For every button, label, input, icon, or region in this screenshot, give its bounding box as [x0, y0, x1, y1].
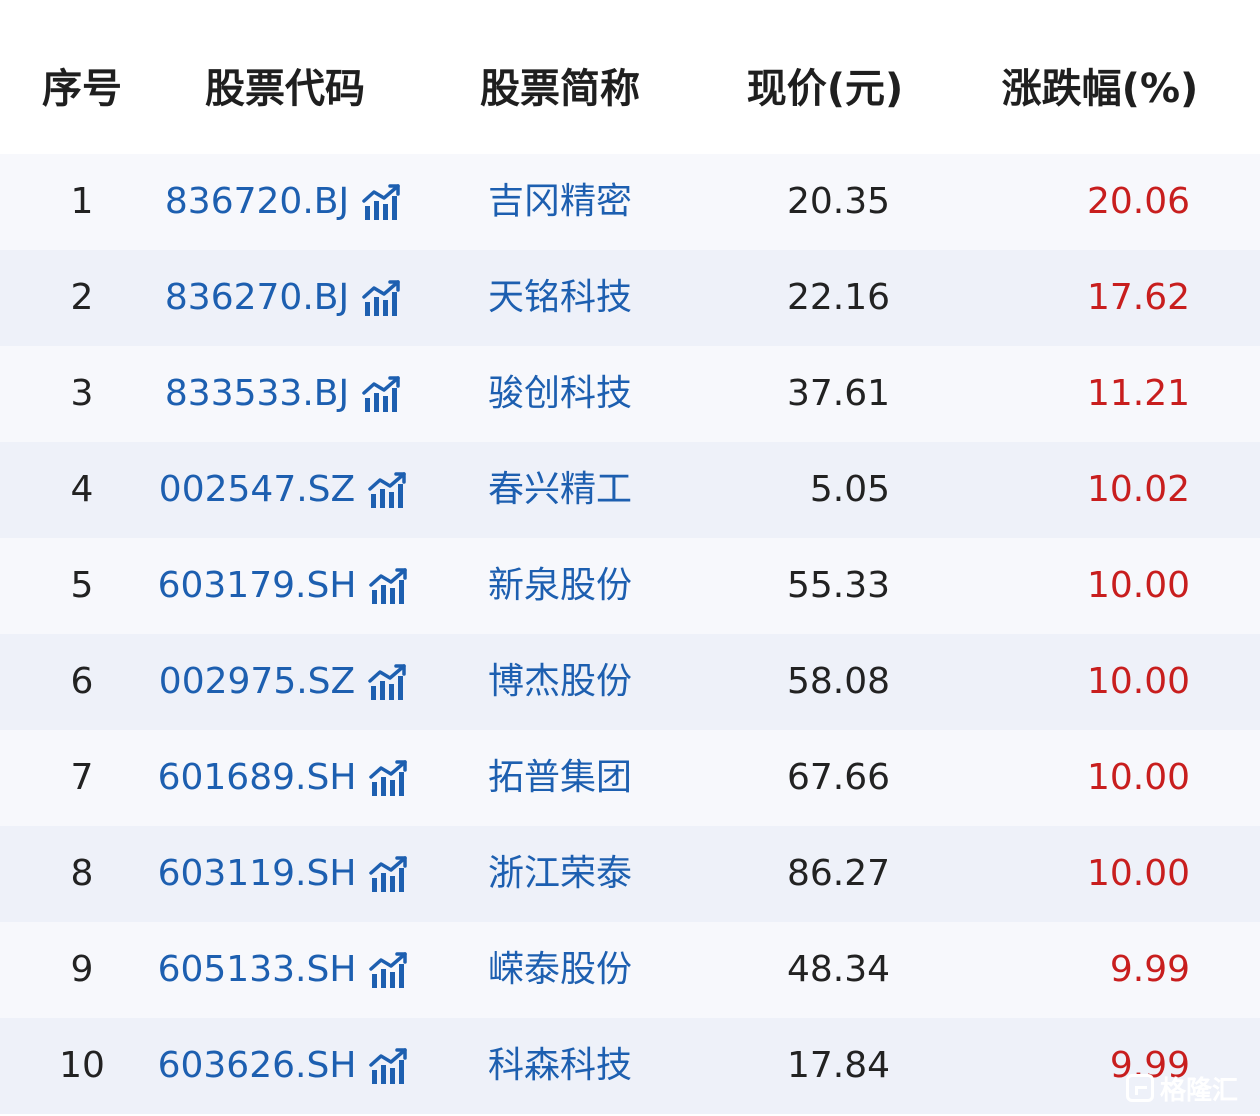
stock-chart-icon[interactable] — [361, 374, 405, 414]
row-index: 7 — [70, 757, 94, 798]
table-row[interactable]: 3 833533.BJ 骏创科技 37.61 11.21 — [0, 346, 1260, 442]
row-index: 3 — [70, 373, 94, 414]
stock-name-link[interactable]: 新泉股份 — [460, 538, 660, 634]
price-value: 58.08 — [786, 661, 890, 702]
header-price[interactable]: 现价(元) — [700, 24, 950, 154]
stock-code-group: 605133.SH — [158, 922, 413, 1018]
stock-name-link[interactable]: 吉冈精密 — [460, 154, 660, 250]
stock-code-group: 833533.BJ — [165, 346, 405, 442]
stock-code-cell: 603119.SH — [150, 826, 420, 922]
stock-code-group: 601689.SH — [158, 730, 413, 826]
stock-code-cell: 836720.BJ — [150, 154, 420, 250]
stock-code-cell: 002547.SZ — [150, 442, 420, 538]
stock-code-link[interactable]: 601689.SH — [158, 730, 357, 826]
header-change-pct[interactable]: 涨跌幅(%) — [980, 24, 1220, 154]
stock-chart-icon[interactable] — [368, 1046, 412, 1086]
table-row[interactable]: 7 601689.SH 拓普集团 67.66 10.00 — [0, 730, 1260, 826]
stock-chart-icon[interactable] — [367, 470, 411, 510]
stock-code-link[interactable]: 603179.SH — [158, 538, 357, 634]
price-value: 48.34 — [786, 949, 890, 990]
header-stock-name[interactable]: 股票简称 — [460, 24, 660, 154]
stock-code-cell: 603626.SH — [150, 1018, 420, 1114]
change-pct-value: 10.00 — [1086, 853, 1190, 894]
stock-code-group: 603119.SH — [158, 826, 413, 922]
header-index: 序号 — [42, 66, 122, 112]
table-row[interactable]: 9 605133.SH 嵘泰股份 48.34 9.99 — [0, 922, 1260, 1018]
change-pct-value: 10.00 — [1086, 757, 1190, 798]
change-pct-value: 20.06 — [1086, 181, 1190, 222]
stock-chart-icon[interactable] — [368, 758, 412, 798]
price-value: 86.27 — [786, 853, 890, 894]
change-pct-value: 10.00 — [1086, 565, 1190, 606]
stock-code-link[interactable]: 836270.BJ — [165, 250, 349, 346]
stock-code-cell: 836270.BJ — [150, 250, 420, 346]
row-index: 8 — [70, 853, 94, 894]
stock-code-cell: 601689.SH — [150, 730, 420, 826]
table-row[interactable]: 2 836270.BJ 天铭科技 22.16 17.62 — [0, 250, 1260, 346]
stock-code-link[interactable]: 605133.SH — [158, 922, 357, 1018]
stock-code-link[interactable]: 833533.BJ — [165, 346, 349, 442]
watermark: 格隆汇 — [1125, 1068, 1238, 1108]
row-index: 5 — [70, 565, 94, 606]
change-pct-value: 17.62 — [1086, 277, 1190, 318]
table-row[interactable]: 4 002547.SZ 春兴精工 5.05 10.02 — [0, 442, 1260, 538]
stock-name-link[interactable]: 博杰股份 — [460, 634, 660, 730]
price-value: 17.84 — [786, 1045, 890, 1086]
gelonghui-logo-icon — [1125, 1074, 1154, 1102]
change-pct-value: 11.21 — [1086, 373, 1190, 414]
stock-chart-icon[interactable] — [368, 950, 412, 990]
stock-chart-icon[interactable] — [367, 662, 411, 702]
change-pct-value: 10.02 — [1086, 469, 1190, 510]
stock-chart-icon[interactable] — [361, 182, 405, 222]
price-value: 20.35 — [786, 181, 890, 222]
table-row[interactable]: 6 002975.SZ 博杰股份 58.08 10.00 — [0, 634, 1260, 730]
row-index: 6 — [70, 661, 94, 702]
price-value: 55.33 — [786, 565, 890, 606]
price-value: 5.05 — [809, 469, 890, 510]
change-pct-value: 9.99 — [1109, 949, 1190, 990]
row-index: 4 — [70, 469, 94, 510]
row-index: 9 — [70, 949, 94, 990]
price-value: 37.61 — [786, 373, 890, 414]
stock-code-group: 002975.SZ — [159, 634, 411, 730]
price-value: 22.16 — [786, 277, 890, 318]
stock-code-group: 002547.SZ — [159, 442, 411, 538]
stock-code-link[interactable]: 002547.SZ — [159, 442, 355, 538]
stock-code-group: 836270.BJ — [165, 250, 405, 346]
stock-name-link[interactable]: 浙江荣泰 — [460, 826, 660, 922]
stock-chart-icon[interactable] — [368, 854, 412, 894]
table-row[interactable]: 8 603119.SH 浙江荣泰 86.27 10.00 — [0, 826, 1260, 922]
stock-chart-icon[interactable] — [368, 566, 412, 606]
change-pct-value: 10.00 — [1086, 661, 1190, 702]
stock-code-link[interactable]: 836720.BJ — [165, 154, 349, 250]
stock-code-cell: 833533.BJ — [150, 346, 420, 442]
stock-code-link[interactable]: 002975.SZ — [159, 634, 355, 730]
row-index: 10 — [59, 1045, 105, 1086]
stock-name-link[interactable]: 拓普集团 — [460, 730, 660, 826]
stock-name-link[interactable]: 嵘泰股份 — [460, 922, 660, 1018]
stock-name-link[interactable]: 科森科技 — [460, 1018, 660, 1114]
stock-code-link[interactable]: 603626.SH — [158, 1018, 357, 1114]
table-row[interactable]: 10 603626.SH 科森科技 17.84 9.99 — [0, 1018, 1260, 1114]
row-index: 1 — [70, 181, 94, 222]
stock-name-link[interactable]: 骏创科技 — [460, 346, 660, 442]
stock-name-link[interactable]: 天铭科技 — [460, 250, 660, 346]
table-row[interactable]: 5 603179.SH 新泉股份 55.33 10.00 — [0, 538, 1260, 634]
stock-code-cell: 002975.SZ — [150, 634, 420, 730]
stock-table: 序号 股票代码 股票简称 现价(元) 涨跌幅(%) 1 836720.BJ 吉冈精密… — [0, 0, 1260, 1116]
stock-chart-icon[interactable] — [361, 278, 405, 318]
stock-name-link[interactable]: 春兴精工 — [460, 442, 660, 538]
stock-code-group: 603626.SH — [158, 1018, 413, 1114]
stock-code-cell: 605133.SH — [150, 922, 420, 1018]
stock-code-link[interactable]: 603119.SH — [158, 826, 357, 922]
stock-code-group: 836720.BJ — [165, 154, 405, 250]
header-stock-code[interactable]: 股票代码 — [150, 24, 420, 154]
table-row[interactable]: 1 836720.BJ 吉冈精密 20.35 20.06 — [0, 154, 1260, 250]
stock-code-cell: 603179.SH — [150, 538, 420, 634]
stock-code-group: 603179.SH — [158, 538, 413, 634]
watermark-text: 格隆汇 — [1159, 1075, 1238, 1106]
price-value: 67.66 — [786, 757, 890, 798]
row-index: 2 — [70, 277, 94, 318]
table-header: 序号 股票代码 股票简称 现价(元) 涨跌幅(%) — [0, 24, 1260, 154]
